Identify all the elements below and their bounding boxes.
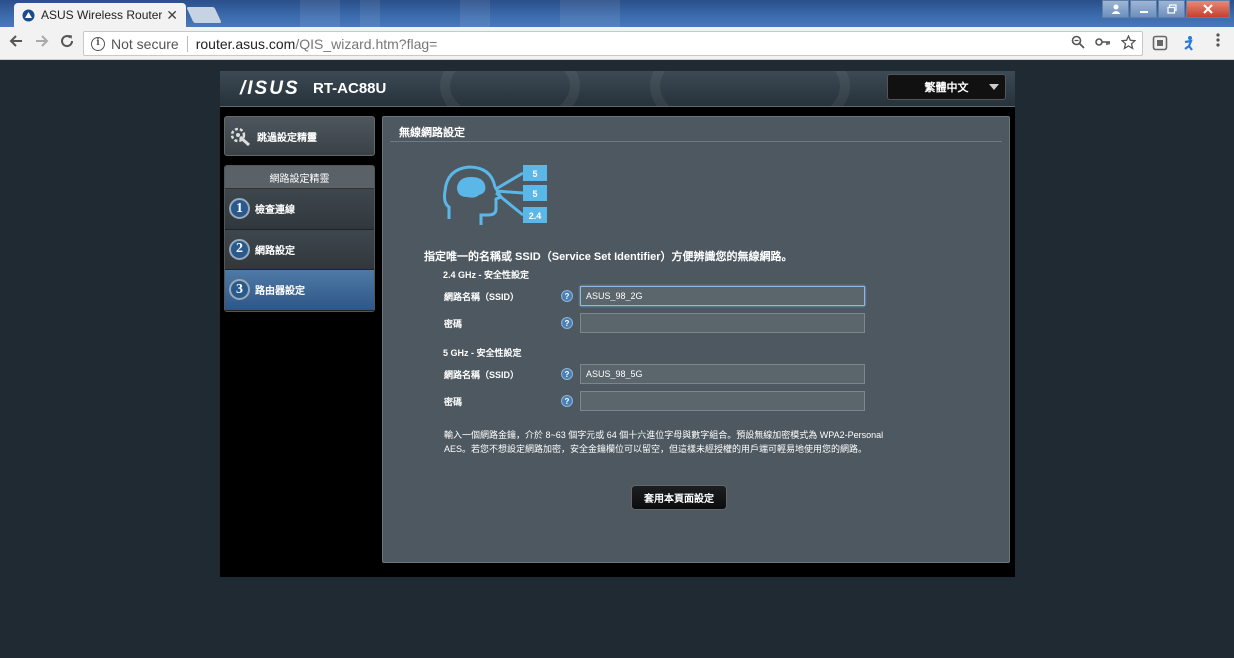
title-divider (390, 141, 1002, 142)
close-window-icon[interactable] (1186, 0, 1230, 18)
key-icon[interactable] (1095, 35, 1111, 52)
user-profile-icon[interactable] (1102, 0, 1129, 18)
address-bar[interactable]: i Not secure router.asus.com /QIS_wizard… (83, 31, 1143, 56)
ssid-description: 指定唯一的名稱或 SSID（Service Set Identifier）方便辨… (424, 251, 793, 263)
step-number-badge: 1 (229, 198, 250, 220)
url-host: router.asus.com (195, 35, 296, 52)
head-network-icon: 5 5 2.4 (443, 165, 547, 225)
key-instructions-line1: 輸入一個網路金鑰，介於 8~63 個字元或 64 個十六進位字母與數字組合。預設… (444, 430, 884, 440)
browser-tab[interactable]: ASUS Wireless Router R ✕ (14, 3, 186, 27)
language-select[interactable]: 繁體中文 (887, 74, 1006, 100)
zoom-icon[interactable] (1071, 35, 1085, 52)
chevron-down-icon (989, 84, 999, 90)
wizard-steps: 網路設定精靈 1 檢查連線 2 網路設定 3 路由器設定 (224, 165, 375, 312)
password-input-5ghz[interactable] (580, 391, 865, 411)
help-icon[interactable]: ? (561, 368, 573, 380)
step-label: 路由器設定 (255, 286, 305, 298)
band-label-5a: 5 (532, 169, 537, 179)
browser-titlebar: ASUS Wireless Router R ✕ (0, 0, 1234, 27)
ssid-label-24ghz: 網路名稱（SSID） (444, 292, 520, 302)
titlebar-decoration (360, 0, 380, 27)
ssid-input-24ghz[interactable] (580, 286, 865, 306)
extension-icon[interactable] (1152, 35, 1168, 51)
router-model: RT-AC88U (313, 80, 387, 97)
menu-kebab-icon[interactable] (1208, 33, 1228, 53)
step-network-setup[interactable]: 2 網路設定 (225, 229, 374, 271)
password-label-5ghz: 密碼 (444, 397, 463, 407)
wrench-gear-icon (230, 127, 250, 147)
reload-icon[interactable] (57, 33, 77, 53)
bookmark-star-icon[interactable] (1120, 33, 1137, 53)
language-label: 繁體中文 (924, 82, 969, 94)
security-label: Not secure (111, 35, 179, 52)
wizard-header: 網路設定精靈 (225, 166, 374, 189)
address-separator (186, 35, 188, 52)
wireless-settings-panel: 無線網路設定 5 5 2.4 指定唯一的名稱或 SSID（Service Set… (382, 116, 1010, 563)
address-tools (1061, 33, 1137, 53)
info-icon[interactable]: i (91, 36, 105, 51)
key-instructions-line2: AES。若您不想設定網路加密，安全金鑰欄位可以留空，但這樣未經授權的用戶端可輕易… (444, 444, 868, 454)
tab-close-icon[interactable]: ✕ (166, 7, 178, 24)
asus-favicon-icon (22, 9, 35, 21)
password-label-24ghz: 密碼 (444, 319, 463, 329)
step-check-connection[interactable]: 1 檢查連線 (225, 189, 374, 230)
back-icon[interactable] (6, 33, 26, 53)
step-router-setup[interactable]: 3 路由器設定 (225, 270, 374, 311)
new-tab-button[interactable] (186, 7, 222, 23)
restore-icon[interactable] (1158, 0, 1185, 18)
skip-wizard-button[interactable]: 跳過設定精靈 (224, 116, 375, 156)
router-header: /ISUS RT-AC88U 繁體中文 (220, 71, 1015, 107)
help-icon[interactable]: ? (561, 395, 573, 407)
ssid-label-5ghz: 網路名稱（SSID） (444, 370, 520, 380)
minimize-icon[interactable] (1130, 0, 1157, 18)
titlebar-decoration (300, 0, 340, 27)
browser-toolbar: i Not secure router.asus.com /QIS_wizard… (0, 27, 1234, 60)
header-decoration (440, 71, 580, 106)
step-number-badge: 3 (229, 279, 250, 301)
forward-icon[interactable] (32, 33, 52, 53)
window-controls (1101, 0, 1230, 18)
titlebar-decoration (460, 0, 490, 27)
step-label: 檢查連線 (255, 205, 295, 217)
password-input-24ghz[interactable] (580, 313, 865, 333)
band-label-5b: 5 (532, 189, 537, 199)
section-24ghz: 2.4 GHz - 安全性設定 (443, 270, 530, 280)
header-decoration (650, 71, 850, 106)
ssid-input-5ghz[interactable] (580, 364, 865, 384)
url-path: /QIS_wizard.htm?flag= (295, 35, 438, 52)
band-label-24: 2.4 (529, 211, 542, 221)
key-instructions: 輸入一個網路金鑰，介於 8~63 個字元或 64 個十六進位字母與數字組合。預設… (444, 428, 944, 456)
extension-figure-icon[interactable] (1181, 35, 1197, 51)
page-title: 無線網路設定 (399, 127, 465, 139)
section-5ghz: 5 GHz - 安全性設定 (443, 348, 522, 358)
step-label: 網路設定 (255, 245, 295, 257)
help-icon[interactable]: ? (561, 290, 573, 302)
asus-logo: /ISUS (240, 78, 300, 99)
tab-title: ASUS Wireless Router R (41, 8, 163, 22)
router-panel: /ISUS RT-AC88U 繁體中文 跳過設定精靈 網路設定精靈 1 檢查連線… (220, 71, 1015, 577)
step-number-badge: 2 (229, 238, 250, 260)
titlebar-decoration (560, 0, 620, 27)
help-icon[interactable]: ? (561, 317, 573, 329)
skip-wizard-label: 跳過設定精靈 (257, 132, 317, 144)
apply-settings-button[interactable]: 套用本頁面設定 (631, 485, 727, 510)
